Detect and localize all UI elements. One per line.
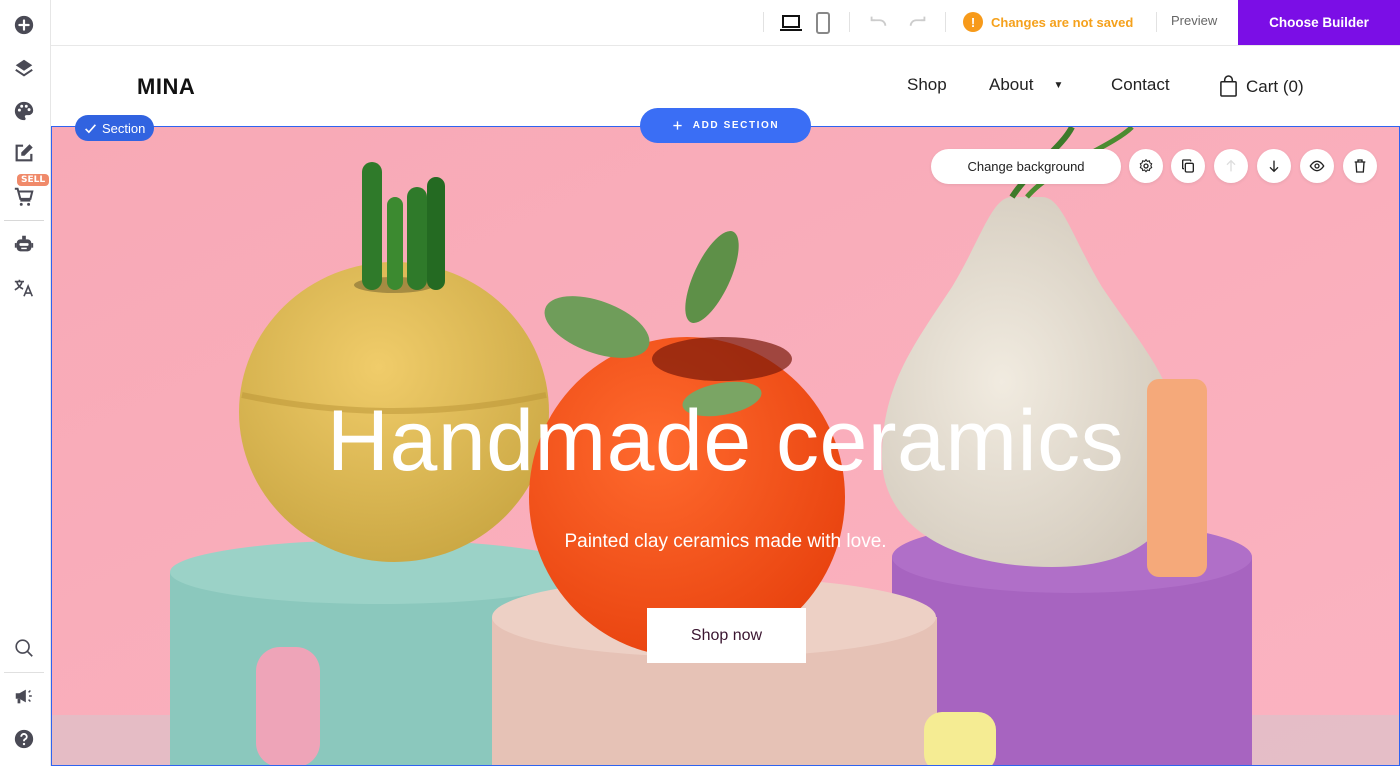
add-section-button[interactable]: ADD SECTION [640,108,811,143]
sell-badge: SELL [17,174,50,186]
add-element-button[interactable] [12,13,36,37]
toolbar-divider [945,12,946,32]
robot-icon [14,235,34,252]
editor-toolbar: ! Changes are not saved Preview Choose B… [51,0,1400,46]
save-status: ! Changes are not saved [963,10,1133,34]
help-icon [14,729,34,749]
hero-subtitle[interactable]: Painted clay ceramics made with love. [51,531,1400,553]
save-status-text: Changes are not saved [991,14,1134,30]
cart-label: Cart (0) [1246,76,1304,96]
laptop-icon [780,15,802,31]
edit-content-button[interactable] [12,141,36,165]
change-background-button[interactable]: Change background [931,149,1121,184]
gear-icon [1139,158,1153,173]
choose-builder-button[interactable]: Choose Builder [1238,0,1400,45]
layers-icon [15,59,33,77]
desktop-view-button[interactable] [779,11,803,35]
store-button[interactable] [12,185,36,209]
sidebar-divider [4,672,44,673]
undo-button[interactable] [866,11,890,35]
search-button[interactable] [12,636,36,660]
nav-contact[interactable]: Contact [1111,75,1170,95]
move-section-down-button[interactable] [1257,149,1291,183]
undo-icon [870,16,887,26]
nav-contact-label: Contact [1111,75,1170,94]
cart-icon [14,187,34,206]
help-button[interactable] [12,727,36,751]
nav-shop[interactable]: Shop [907,75,947,95]
megaphone-icon [15,689,32,704]
site-logo[interactable]: MINA [137,74,195,100]
plus-circle-icon [14,15,34,35]
marketing-button[interactable] [12,684,36,708]
edit-icon [15,144,33,162]
arrow-up-icon [1226,159,1236,172]
add-section-label: ADD SECTION [692,120,780,131]
eye-icon [1309,160,1325,172]
nav-cart[interactable]: Cart (0) [1219,75,1304,98]
shop-now-button[interactable]: Shop now [647,608,806,663]
toolbar-divider [849,12,850,32]
translate-icon [14,279,34,297]
shopping-bag-icon [1220,75,1237,97]
toolbar-divider [763,12,764,32]
delete-section-button[interactable] [1343,149,1377,183]
search-icon [15,639,33,657]
nav-about-label: About [989,75,1034,94]
copy-icon [1182,159,1194,173]
toggle-visibility-button[interactable] [1300,149,1334,183]
redo-button[interactable] [906,11,930,35]
mobile-icon [816,12,830,34]
trash-icon [1354,159,1366,173]
caret-down-icon: ▼ [1053,79,1064,91]
section-badge[interactable]: Section [75,115,155,141]
preview-button[interactable]: Preview [1171,13,1217,28]
palette-icon [14,101,34,121]
nav-about[interactable]: About ▼ [989,75,1063,95]
warning-icon: ! [963,12,983,32]
ai-assistant-button[interactable] [12,232,36,256]
sidebar-divider [4,220,44,221]
arrow-down-icon [1269,160,1279,173]
redo-icon [909,16,926,26]
design-button[interactable] [12,99,36,123]
nav-shop-label: Shop [907,75,947,94]
left-sidebar: SELL [0,0,51,766]
toolbar-divider [1156,12,1157,32]
duplicate-section-button[interactable] [1171,149,1205,183]
hero-title[interactable]: Handmade ceramics [51,392,1400,491]
move-section-up-button[interactable] [1214,149,1248,183]
translate-button[interactable] [12,276,36,300]
mobile-view-button[interactable] [811,11,835,35]
layers-button[interactable] [12,56,36,80]
plus-icon [673,121,682,130]
check-icon [85,123,96,133]
section-settings-button[interactable] [1129,149,1163,183]
section-badge-label: Section [102,120,146,136]
